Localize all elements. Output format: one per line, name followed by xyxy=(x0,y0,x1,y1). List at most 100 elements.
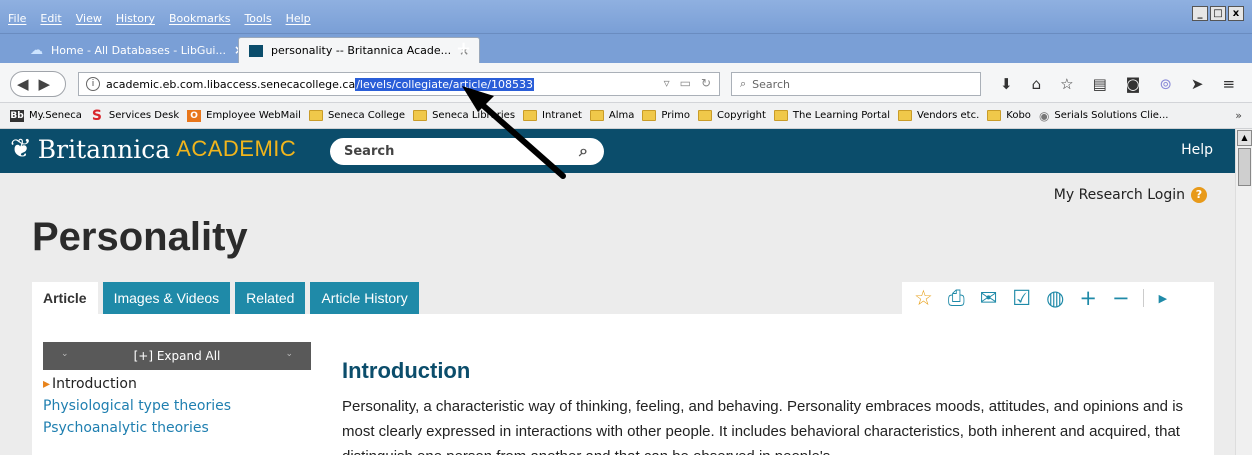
tab-article-history[interactable]: Article History xyxy=(310,282,419,314)
folder-icon xyxy=(642,110,657,121)
bookmark-label: Seneca Libraries xyxy=(432,110,516,121)
reader-view-icon[interactable]: ▭ xyxy=(680,76,691,90)
toc-item-physiological[interactable]: Physiological type theories xyxy=(43,398,311,414)
folder-icon xyxy=(523,110,538,121)
globe-icon: ◉ xyxy=(1038,108,1050,123)
chevron-down-icon: ⌄ xyxy=(285,349,293,359)
tab-britannica[interactable]: personality -- Britannica Acade... × xyxy=(238,37,481,63)
favorite-star-icon[interactable]: ☆ xyxy=(914,286,933,310)
minimize-button[interactable]: _ xyxy=(1192,6,1208,21)
email-icon[interactable]: ✉ xyxy=(980,286,998,310)
research-login-link[interactable]: My Research Login ? xyxy=(1054,187,1207,203)
print-icon[interactable]: ⎙ xyxy=(948,286,965,311)
menu-history[interactable]: History xyxy=(116,12,155,25)
back-arrow-icon[interactable]: ◀ xyxy=(17,75,29,93)
font-decrease-icon[interactable]: − xyxy=(1112,286,1130,310)
scroll-thumb[interactable] xyxy=(1238,148,1251,186)
folder-icon xyxy=(413,110,428,121)
hamburger-menu-icon[interactable]: ≡ xyxy=(1222,75,1235,93)
login-label: My Research Login xyxy=(1053,187,1185,203)
menu-tools[interactable]: Tools xyxy=(244,12,271,25)
menu-view[interactable]: View xyxy=(76,12,102,25)
tab-related[interactable]: Related xyxy=(235,282,306,314)
tab-images-videos[interactable]: Images & Videos xyxy=(102,282,231,314)
search-placeholder: Search xyxy=(752,77,790,91)
home-icon[interactable]: ⌂ xyxy=(1032,75,1042,93)
toolbar-icons: ⬇ ⌂ ☆ ▤ ◙ ⊚ ➤ ≡ xyxy=(1000,75,1235,93)
bookmark-label: My.Seneca xyxy=(29,110,82,121)
outlook-icon: O xyxy=(187,109,202,122)
folder-icon xyxy=(898,110,912,121)
tab-libguides[interactable]: ☁ Home - All Databases - LibGui... × xyxy=(20,37,254,63)
bookmarks-toolbar: Bb My.Seneca S Services Desk O Employee Web… xyxy=(0,103,1252,129)
forward-arrow-icon[interactable]: ▶ xyxy=(39,75,51,93)
url-tools: ▿ ▭ ↻ xyxy=(664,76,711,90)
new-tab-button[interactable]: + xyxy=(456,38,471,59)
bookmark-vendors[interactable]: Vendors etc. xyxy=(898,110,979,121)
bookmark-webmail[interactable]: O Employee WebMail xyxy=(187,109,301,122)
page-title: Personality xyxy=(32,215,248,259)
browser-search-field[interactable]: ⌕ Search xyxy=(731,72,981,96)
window-titlebar: File Edit View History Bookmarks Tools H… xyxy=(0,0,1252,34)
bookmarks-overflow-button[interactable]: » xyxy=(1235,109,1242,122)
toc-item-introduction[interactable]: Introduction xyxy=(43,376,311,392)
bookmark-label: Vendors etc. xyxy=(917,110,980,121)
page-scrollbar[interactable]: ▲ xyxy=(1235,129,1252,455)
tab-strip: ☁ Home - All Databases - LibGui... × per… xyxy=(0,34,1252,63)
section-heading: Introduction xyxy=(342,358,471,383)
menu-edit[interactable]: Edit xyxy=(40,12,61,25)
menu-bookmarks[interactable]: Bookmarks xyxy=(169,12,230,25)
toolbar-more-icon[interactable]: ▶ xyxy=(1159,292,1167,305)
info-icon[interactable]: i xyxy=(86,77,100,91)
bookmark-primo[interactable]: Primo xyxy=(642,110,690,121)
url-bar[interactable]: i academic.eb.com.libaccess.senecacolleg… xyxy=(78,72,720,96)
bookmark-label: Primo xyxy=(661,110,691,121)
bookmarks-menu-icon[interactable]: ▤ xyxy=(1093,75,1107,93)
bookmark-label: Kobo xyxy=(1006,110,1031,121)
bookmark-learning-portal[interactable]: The Learning Portal xyxy=(773,110,890,121)
bookmark-seneca-college[interactable]: Seneca College xyxy=(308,110,405,121)
bookmark-label: Alma xyxy=(608,110,635,121)
britannica-logo[interactable]: ❦ Britannica ACADEMIC xyxy=(10,134,296,164)
search-icon[interactable]: ⌕ xyxy=(579,141,588,161)
pocket-icon[interactable]: ◙ xyxy=(1126,75,1141,93)
reload-icon[interactable]: ↻ xyxy=(701,76,711,90)
bookmark-star-icon[interactable]: ☆ xyxy=(1060,75,1073,93)
scroll-up-arrow-icon[interactable]: ▲ xyxy=(1237,130,1252,146)
bookmark-services-desk[interactable]: S Services Desk xyxy=(90,109,180,123)
menu-help[interactable]: Help xyxy=(286,12,311,25)
bookmark-label: Intranet xyxy=(542,110,582,121)
url-host: academic.eb.com.libaccess.senecacollege.… xyxy=(106,77,356,91)
cloud-icon: ☁ xyxy=(30,42,43,58)
help-question-icon[interactable]: ? xyxy=(1191,187,1207,203)
site-search-input[interactable]: Search ⌕ xyxy=(330,138,604,165)
translate-globe-icon[interactable]: ◍ xyxy=(1046,286,1064,310)
font-increase-icon[interactable]: + xyxy=(1079,286,1097,310)
menu-file[interactable]: File xyxy=(8,12,26,25)
bookmark-kobo[interactable]: Kobo xyxy=(987,110,1031,121)
bookmark-intranet[interactable]: Intranet xyxy=(523,110,582,121)
cite-check-icon[interactable]: ☑ xyxy=(1012,286,1031,310)
toc-item-psychoanalytic[interactable]: Psychoanalytic theories xyxy=(43,420,311,436)
expand-all-label: [+] Expand All xyxy=(133,349,221,363)
bookmark-label: The Learning Portal xyxy=(792,110,890,121)
expand-all-button[interactable]: ⌄ [+] Expand All ⌄ xyxy=(43,342,311,370)
bookmark-myseneca[interactable]: Bb My.Seneca xyxy=(10,109,82,122)
tab-article[interactable]: Article xyxy=(32,282,98,314)
download-icon[interactable]: ⬇ xyxy=(1000,75,1013,93)
dropdown-icon[interactable]: ▿ xyxy=(664,76,670,90)
bookmark-seneca-libraries[interactable]: Seneca Libraries xyxy=(413,110,515,121)
help-link[interactable]: Help xyxy=(1181,142,1213,158)
extension-icon[interactable]: ⊚ xyxy=(1159,75,1172,93)
folder-icon xyxy=(987,110,1002,121)
maximize-button[interactable]: □ xyxy=(1210,6,1226,21)
folder-icon xyxy=(308,110,323,121)
close-window-button[interactable]: x xyxy=(1228,6,1244,21)
bookmark-label: Services Desk xyxy=(108,110,180,121)
bookmark-alma[interactable]: Alma xyxy=(589,110,635,121)
bookmark-copyright[interactable]: Copyright xyxy=(698,110,766,121)
site-header: ❦ Britannica ACADEMIC Search ⌕ Help xyxy=(0,129,1235,173)
bookmark-serials-solutions[interactable]: ◉ Serials Solutions Clie... xyxy=(1039,109,1169,123)
article-paragraph: Personality, a characteristic way of thi… xyxy=(342,398,1184,455)
send-icon[interactable]: ➤ xyxy=(1191,75,1204,93)
